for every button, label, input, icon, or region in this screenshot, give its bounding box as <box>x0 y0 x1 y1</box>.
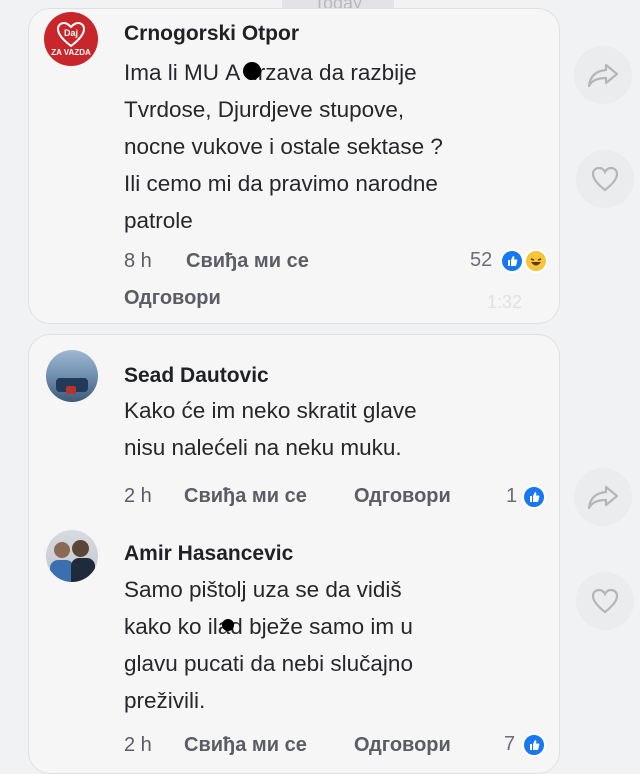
avatar-crnogorski-otpor[interactable]: Daj ZA VAZDA <box>44 12 98 66</box>
reply-button[interactable]: Одговори <box>124 287 221 310</box>
comment-timestamp: 1:32 <box>487 292 523 312</box>
share-button[interactable] <box>574 46 632 104</box>
like-reaction-icon <box>522 485 546 509</box>
react-button[interactable] <box>576 572 634 630</box>
comment-time: 2 h <box>124 734 152 756</box>
avatar-photo-detail <box>66 386 76 394</box>
avatar-photo-detail <box>71 558 95 582</box>
avatar-photo-detail <box>72 540 89 557</box>
avatar-logo-text-bottom: ZA VAZDA <box>51 48 91 57</box>
redaction-mark <box>222 619 234 631</box>
avatar-sead-dautovic[interactable] <box>46 350 98 402</box>
share-arrow-icon <box>587 63 619 88</box>
heart-icon <box>591 166 619 192</box>
like-reaction-icon <box>500 249 524 273</box>
reply-button[interactable]: Одговори <box>354 485 451 508</box>
avatar-heart-logo <box>56 21 86 48</box>
comment-time: 8 h <box>124 250 152 272</box>
redaction-mark <box>243 62 261 80</box>
like-reaction-icon <box>522 733 546 757</box>
reaction-count[interactable]: 52 <box>470 249 492 272</box>
comment-text: Ima li MU A drzava da razbije Tvrdose, D… <box>124 60 443 233</box>
haha-reaction-icon <box>524 249 548 273</box>
like-button[interactable]: Свиђа ми се <box>186 250 309 273</box>
reply-button[interactable]: Одговори <box>354 734 451 757</box>
comment-author[interactable]: Sead Dautovic <box>124 364 269 388</box>
share-arrow-icon <box>587 485 619 510</box>
avatar-photo-detail <box>54 542 70 558</box>
react-button[interactable] <box>576 150 634 208</box>
share-button[interactable] <box>574 468 632 526</box>
comment-author[interactable]: Crnogorski Otpor <box>124 22 299 46</box>
comment-text: Kako će im neko skratit glave nisu naleć… <box>124 398 417 460</box>
like-button[interactable]: Свиђа ми се <box>184 485 307 508</box>
comment-author[interactable]: Amir Hasancevic <box>124 542 293 566</box>
avatar-logo-text-top: Daj <box>63 28 78 38</box>
reaction-count[interactable]: 7 <box>504 733 515 756</box>
like-button[interactable]: Свиђа ми се <box>184 734 307 757</box>
heart-icon <box>591 588 619 614</box>
comment-text: Samo pištolj uza se da vidiš kako ko ila… <box>124 577 413 713</box>
reaction-count[interactable]: 1 <box>506 485 517 508</box>
avatar-amir-hasancevic[interactable] <box>46 530 98 582</box>
comment-time: 2 h <box>124 485 152 507</box>
